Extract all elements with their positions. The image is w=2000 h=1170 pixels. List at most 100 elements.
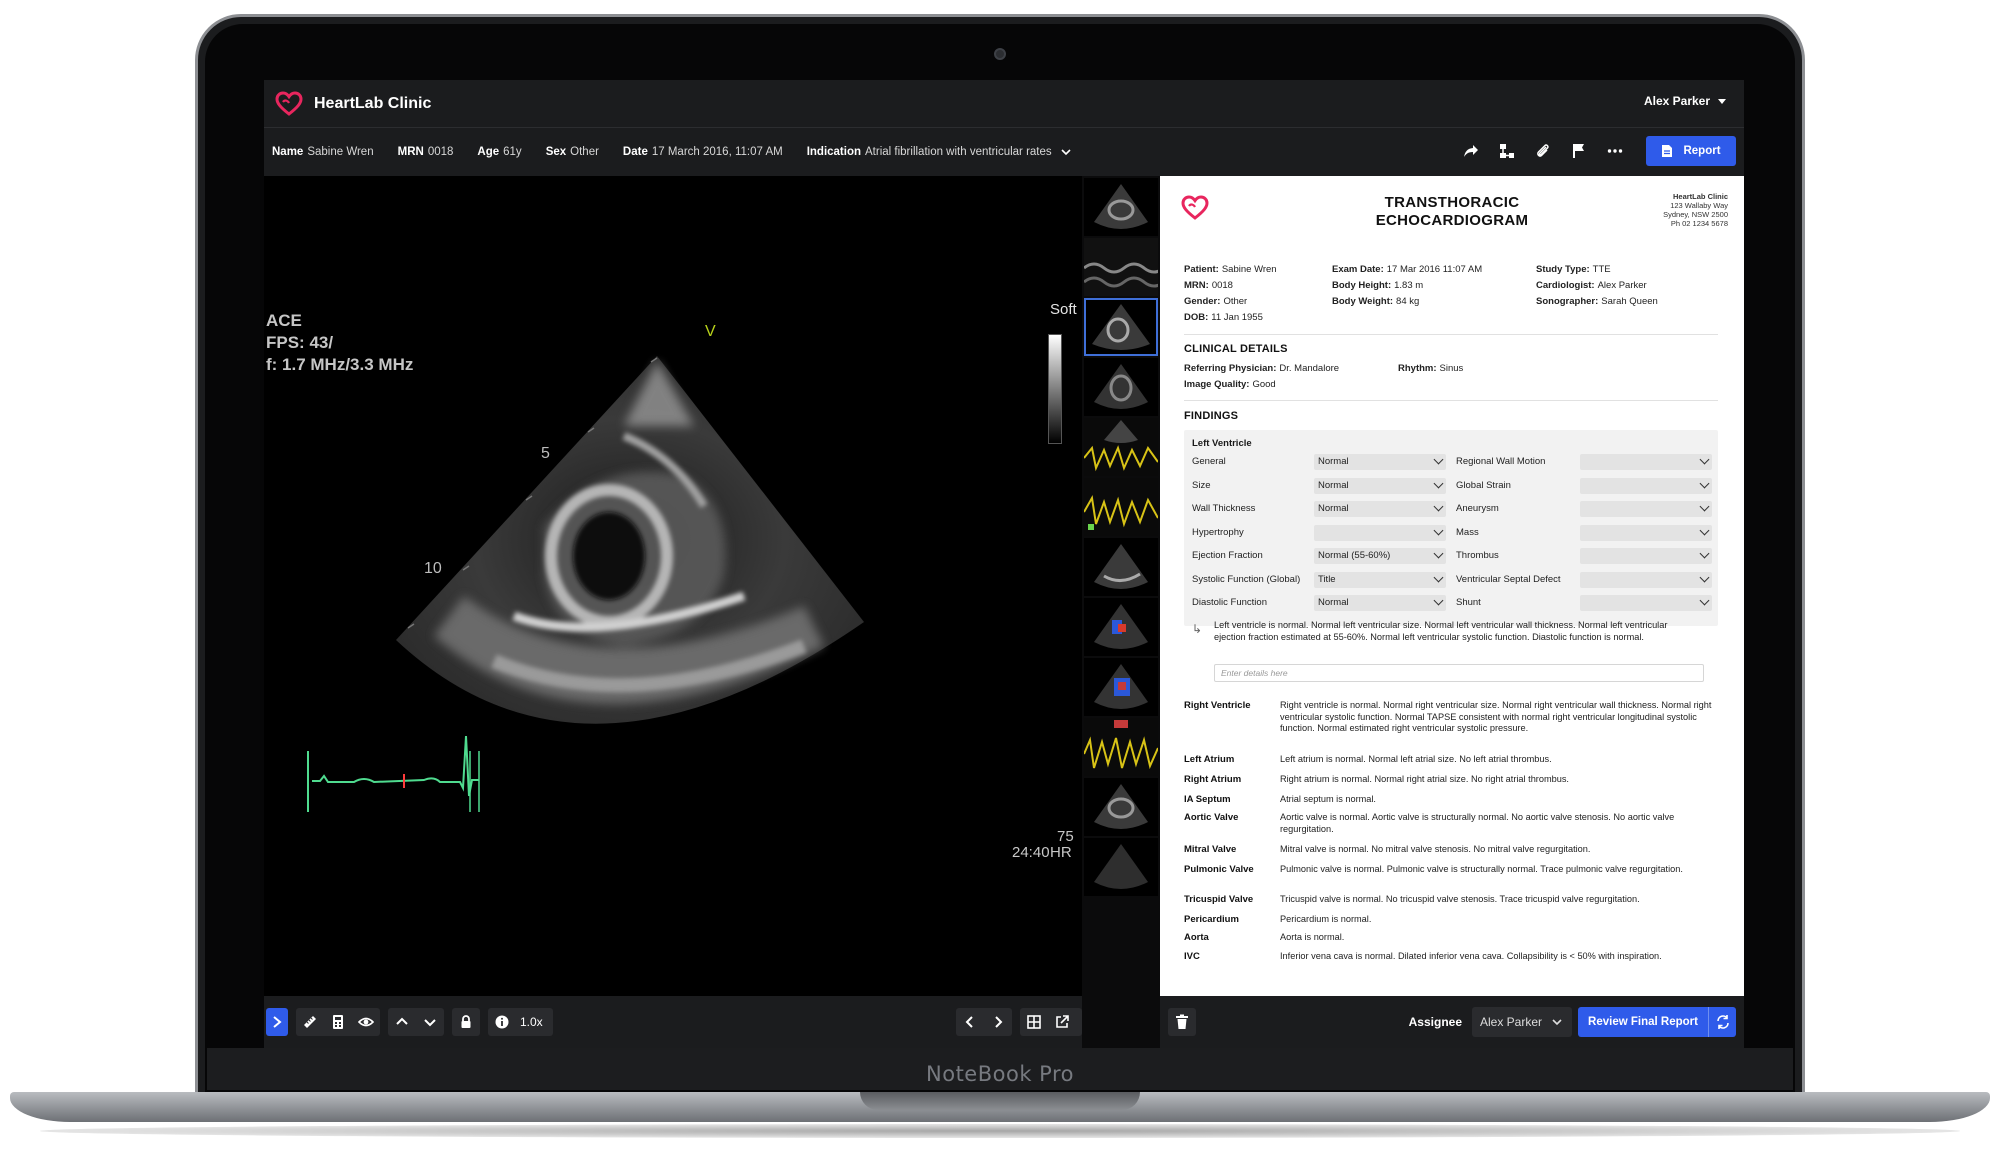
finding-text[interactable]: Left atrium is normal. Normal left atria…: [1280, 754, 1712, 766]
prev-next-group: [956, 1008, 1012, 1036]
findings-heading: FINDINGS: [1184, 410, 1239, 422]
paperclip-icon[interactable]: [1532, 140, 1554, 162]
lv-field-value: Normal: [1318, 456, 1349, 467]
laptop-brand-label: NoteBook Pro: [926, 1062, 1074, 1086]
finding-text[interactable]: Atrial septum is normal.: [1280, 794, 1712, 806]
ultrasound-viewer[interactable]: ACE FPS: 43/ f: 1.7 MHz/3.3 MHz V 5 10 S…: [264, 176, 1082, 996]
more-icon[interactable]: [1604, 140, 1626, 162]
lock-button[interactable]: [452, 1008, 480, 1036]
hierarchy-icon[interactable]: [1496, 140, 1518, 162]
thumbnail-clip[interactable]: [1084, 658, 1158, 716]
finding-text[interactable]: Aorta is normal.: [1280, 932, 1712, 944]
grayscale-bar: [1048, 334, 1062, 444]
thumbnail-clip-selected[interactable]: [1084, 298, 1158, 356]
view-controls: [948, 1008, 1082, 1036]
delete-button[interactable]: [1168, 1008, 1196, 1036]
chevron-down-icon: [1433, 572, 1444, 582]
lv-field-label: Ventricular Septal Defect: [1456, 573, 1561, 585]
lv-field-label: Systolic Function (Global): [1192, 573, 1301, 585]
report-gender: Gender: Other: [1184, 296, 1248, 307]
lv-field-select[interactable]: Normal: [1314, 454, 1446, 470]
finding-text[interactable]: Pericardium is normal.: [1280, 914, 1712, 926]
flag-icon[interactable]: [1568, 140, 1590, 162]
measure-tools: [296, 1008, 380, 1036]
lv-field-select[interactable]: [1580, 548, 1712, 564]
lv-field-select[interactable]: Normal (55-60%): [1314, 548, 1446, 564]
review-final-report-button[interactable]: Review Final Report: [1578, 1007, 1708, 1037]
lv-field-select[interactable]: [1580, 501, 1712, 517]
previous-clip-button[interactable]: [388, 1008, 416, 1036]
open-external-button[interactable]: [1048, 1008, 1076, 1036]
user-menu[interactable]: Alex Parker: [1644, 94, 1726, 108]
indication-field[interactable]: Indication Atrial fibrillation with ventr…: [807, 146, 1052, 158]
thumbnail-clip[interactable]: [1084, 418, 1158, 476]
lv-field-select[interactable]: Normal: [1314, 477, 1446, 494]
depth-marker-5: 5: [541, 445, 550, 462]
chevron-down-icon: [1552, 1019, 1562, 1026]
lv-field-select[interactable]: [1580, 571, 1712, 588]
lv-field-value: Normal (55-60%): [1318, 550, 1391, 561]
playback-speed[interactable]: 1.0x: [520, 1008, 543, 1036]
chevron-down-icon: [1718, 98, 1726, 104]
orientation-marker: V: [705, 323, 716, 340]
next-frame-button[interactable]: [984, 1008, 1012, 1036]
lv-field-label: Hypertrophy: [1192, 526, 1244, 538]
finding-text[interactable]: Aortic valve is normal. Aortic valve is …: [1280, 812, 1712, 835]
thumbnail-clip[interactable]: [1084, 838, 1158, 896]
chevron-down-icon: [424, 1019, 436, 1027]
lv-field-select[interactable]: [1314, 524, 1446, 541]
lv-field-select[interactable]: Normal: [1314, 501, 1446, 517]
lv-field-select[interactable]: [1580, 477, 1712, 494]
lv-field-select[interactable]: Normal: [1314, 595, 1446, 611]
info-icon: [495, 1015, 509, 1029]
calculator-button[interactable]: [324, 1008, 352, 1036]
details-input[interactable]: Enter details here: [1214, 664, 1704, 682]
share-icon[interactable]: [1460, 140, 1482, 162]
finding-text[interactable]: Pulmonic valve is normal. Pulmonic valve…: [1280, 864, 1712, 876]
finding-text[interactable]: Inferior vena cava is normal. Dilated in…: [1280, 951, 1712, 963]
heart-logo-icon: [1181, 195, 1209, 220]
lock-icon: [461, 1015, 471, 1028]
report-button[interactable]: Report: [1646, 136, 1736, 166]
next-clip-button[interactable]: [416, 1008, 444, 1036]
report-cardiologist: Cardiologist: Alex Parker: [1536, 280, 1647, 291]
thumbnail-clip[interactable]: [1084, 598, 1158, 656]
ecg-trace: [307, 735, 480, 812]
chevron-down-icon: [1699, 525, 1710, 535]
finding-text[interactable]: Right ventricle is normal. Normal right …: [1280, 700, 1712, 735]
heart-logo-icon: [275, 90, 303, 116]
lv-field-select[interactable]: [1580, 454, 1712, 470]
lv-field-label: Thrombus: [1456, 550, 1499, 561]
finding-text[interactable]: Mitral valve is normal. No mitral valve …: [1280, 844, 1712, 856]
thumbnail-clip[interactable]: [1084, 178, 1158, 236]
thumbnail-clip[interactable]: [1084, 778, 1158, 836]
grid-icon: [1027, 1015, 1041, 1029]
divider: [1184, 334, 1718, 335]
thumbnail-clip[interactable]: [1084, 718, 1158, 776]
thumbnail-clip[interactable]: [1084, 478, 1158, 536]
thumbnail-clip[interactable]: [1084, 358, 1158, 416]
ruler-button[interactable]: [296, 1008, 324, 1036]
finding-text[interactable]: Right atrium is normal. Normal right atr…: [1280, 774, 1712, 786]
finding-text[interactable]: Tricuspid valve is normal. No tricuspid …: [1280, 894, 1712, 906]
laptop-base-notch: [860, 1092, 1140, 1110]
lv-field-select[interactable]: Title: [1314, 571, 1446, 588]
grid-layout-button[interactable]: [1020, 1008, 1048, 1036]
lv-field-select[interactable]: [1580, 595, 1712, 611]
switch-button[interactable]: [1708, 1007, 1736, 1037]
chevron-down-icon[interactable]: [1060, 146, 1072, 158]
patient-name-field: Name Sabine Wren: [272, 146, 374, 158]
previous-frame-button[interactable]: [956, 1008, 984, 1036]
finding-label: Right Ventricle: [1184, 700, 1251, 711]
info-button[interactable]: [488, 1008, 516, 1036]
thumbnail-clip[interactable]: [1084, 538, 1158, 596]
image-quality: Image Quality: Good: [1184, 379, 1276, 390]
lv-field-select[interactable]: [1580, 524, 1712, 541]
thumbnail-clip[interactable]: [1084, 238, 1158, 296]
visibility-button[interactable]: [352, 1008, 380, 1036]
ruler-icon: [304, 1016, 316, 1028]
finding-label: Pericardium: [1184, 914, 1239, 925]
assignee-select[interactable]: Alex Parker: [1472, 1007, 1572, 1037]
expand-sidebar-button[interactable]: [266, 1008, 288, 1036]
clip-time: 24:40: [1012, 844, 1050, 861]
